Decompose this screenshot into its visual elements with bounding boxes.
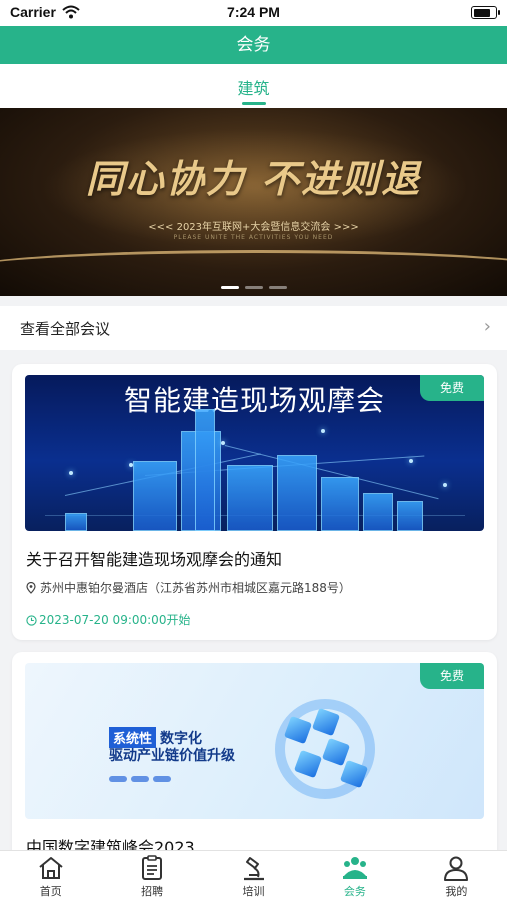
meeting-time: 2023-07-20 09:00:00开始	[26, 611, 190, 628]
category-tab-active[interactable]: 建筑	[237, 75, 269, 99]
carousel-indicator	[0, 286, 507, 289]
tab-training[interactable]: 培训	[203, 851, 304, 900]
meeting-card-image: 系统性 数字化 驱动产业链价值升级	[25, 663, 484, 819]
tab-home[interactable]: 首页	[0, 851, 101, 900]
tab-jobs[interactable]: 招聘	[101, 851, 202, 900]
location-pin-icon	[26, 582, 36, 594]
status-time: 7:24 PM	[227, 4, 280, 20]
chevron-right-icon: ›	[483, 316, 491, 337]
tab-profile[interactable]: 我的	[406, 851, 507, 900]
meeting-icon	[342, 857, 367, 879]
nav-bar: 会务	[0, 26, 507, 64]
meeting-card[interactable]: 智能建造现场观摩会 免费 关于召开智能建造现场观摩会的通知 苏州中惠铂尔曼酒店（…	[12, 364, 497, 640]
image-heading: 智能建造现场观摩会	[123, 384, 385, 417]
meeting-title: 关于召开智能建造现场观摩会的通知	[26, 550, 283, 569]
bottom-tab-bar: 首页 招聘 培训 会务 我的	[0, 850, 507, 900]
meeting-card-image: 智能建造现场观摩会	[25, 375, 484, 531]
clipboard-icon	[142, 855, 163, 880]
free-badge: 免费	[420, 375, 484, 401]
banner-carousel[interactable]: 同心协力 不进则退 <<< 2023年互联网+大会暨信息交流会 >>> PLEA…	[0, 108, 507, 296]
clock-icon	[26, 615, 37, 626]
view-all-meetings-label: 查看全部会议	[20, 320, 111, 338]
tab-label: 我的	[445, 885, 468, 898]
status-bar: Carrier 7:24 PM	[0, 0, 507, 26]
view-all-meetings-row[interactable]: 查看全部会议 ›	[0, 306, 507, 350]
free-badge: 免费	[420, 663, 484, 689]
home-icon	[39, 857, 63, 879]
meeting-time-text: 2023-07-20 09:00:00开始	[39, 613, 191, 627]
tab-label: 招聘	[141, 885, 164, 898]
banner-headline: 同心协力 不进则退	[85, 156, 422, 201]
user-icon	[444, 856, 469, 881]
banner-subline: <<< 2023年互联网+大会暨信息交流会 >>>	[148, 222, 359, 233]
page-title: 会务	[236, 35, 271, 55]
tab-label: 会务	[343, 885, 366, 898]
image-pills	[109, 767, 175, 786]
category-tabs: 建筑	[0, 64, 507, 108]
battery-icon	[471, 6, 500, 19]
tab-label: 培训	[242, 885, 265, 898]
meeting-card[interactable]: 系统性 数字化 驱动产业链价值升级 免费 中国数字建筑峰会2023	[12, 652, 497, 872]
banner-tagline: PLEASE UNITE THE ACTIVITIES YOU NEED	[173, 234, 334, 241]
meeting-location-text: 苏州中惠铂尔曼酒店（江苏省苏州市相城区嘉元路188号）	[40, 581, 351, 595]
carousel-dot-2[interactable]	[244, 286, 263, 289]
microscope-icon	[243, 857, 264, 881]
category-underline	[242, 102, 266, 105]
carousel-dot-1[interactable]	[220, 286, 239, 289]
tab-label: 首页	[39, 885, 62, 898]
carousel-dot-3[interactable]	[268, 286, 287, 289]
image-line2: 驱动产业链价值升级	[109, 748, 235, 764]
meeting-location: 苏州中惠铂尔曼酒店（江苏省苏州市相城区嘉元路188号）	[26, 579, 351, 596]
tab-meetings[interactable]: 会务	[304, 851, 405, 900]
banner-decoration	[0, 250, 507, 290]
